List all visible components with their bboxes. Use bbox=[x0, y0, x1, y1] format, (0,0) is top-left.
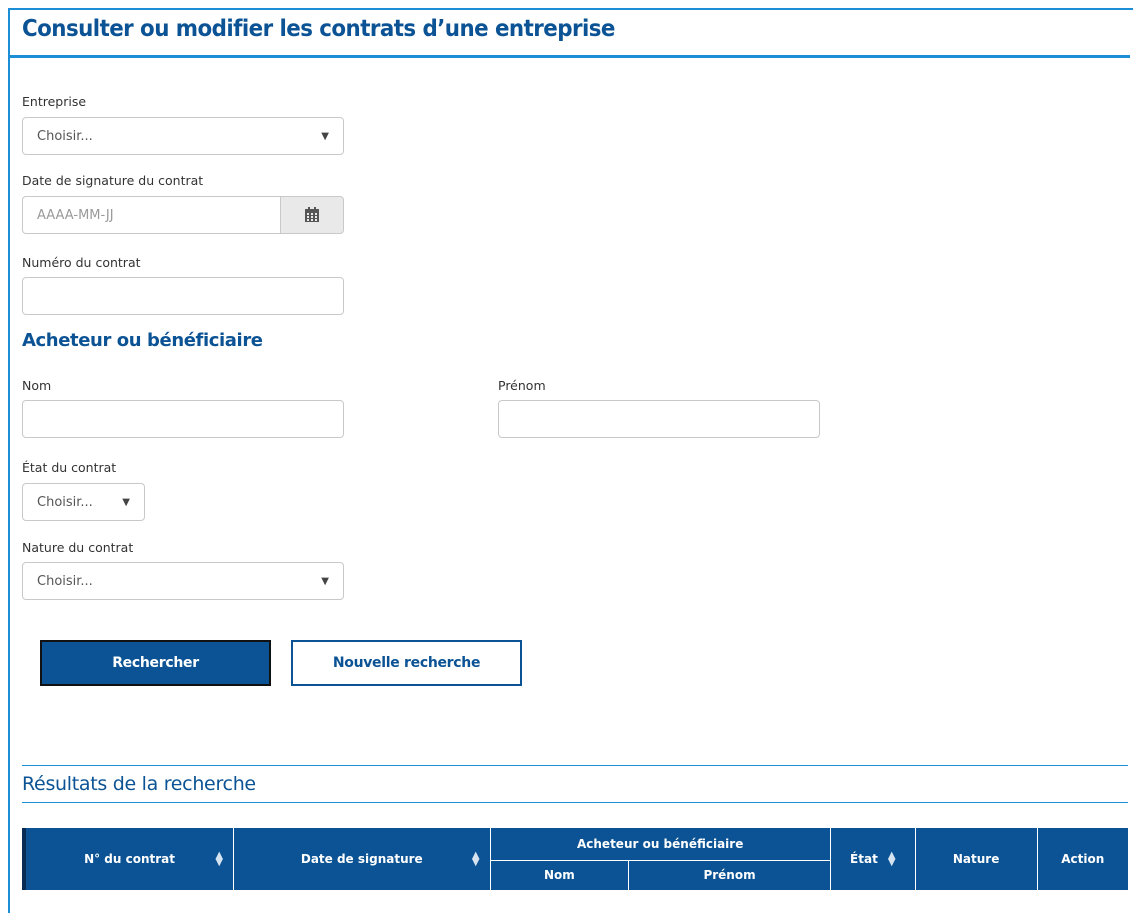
etat-contrat-select-value: Choisir... bbox=[37, 494, 93, 510]
date-signature-group: AAAA-MM-JJ bbox=[22, 196, 344, 234]
entreprise-select[interactable]: Choisir... ▼ bbox=[22, 117, 344, 155]
nom-input[interactable] bbox=[22, 400, 344, 438]
title-divider bbox=[10, 55, 1130, 58]
column-header-action: Action bbox=[1036, 828, 1128, 890]
results-title: Résultats de la recherche bbox=[22, 773, 256, 795]
column-header-numero[interactable]: N° du contrat ▲ ▼ bbox=[22, 828, 234, 890]
prenom-input[interactable] bbox=[498, 400, 820, 438]
entreprise-select-value: Choisir... bbox=[37, 128, 93, 144]
etat-contrat-select[interactable]: Choisir... ▼ bbox=[22, 483, 145, 521]
results-divider-bottom bbox=[22, 802, 1128, 803]
calendar-icon bbox=[305, 207, 319, 222]
sort-icon: ▲ ▼ bbox=[215, 850, 224, 868]
nom-label: Nom bbox=[22, 378, 52, 393]
sort-icon: ▲ ▼ bbox=[471, 850, 480, 868]
nature-contrat-select[interactable]: Choisir... ▼ bbox=[22, 562, 344, 600]
numero-contrat-input[interactable] bbox=[22, 277, 344, 315]
results-table: N° du contrat ▲ ▼ Date de signature ▲ ▼ Ac… bbox=[22, 828, 1128, 890]
date-signature-label: Date de signature du contrat bbox=[22, 173, 204, 188]
column-header-numero-label: N° du contrat bbox=[84, 852, 175, 866]
column-header-nature: Nature bbox=[914, 828, 1038, 890]
date-signature-placeholder: AAAA-MM-JJ bbox=[37, 207, 114, 223]
column-header-nom: Nom bbox=[489, 859, 629, 890]
date-signature-input[interactable]: AAAA-MM-JJ bbox=[22, 196, 280, 234]
page-title: Consulter ou modifier les contrats d’une… bbox=[22, 16, 615, 42]
column-header-date-label: Date de signature bbox=[300, 852, 423, 866]
column-group-acheteur: Acheteur ou bénéficiaire bbox=[489, 828, 831, 860]
acheteur-heading: Acheteur ou bénéficiaire bbox=[22, 330, 263, 351]
new-search-button[interactable]: Nouvelle recherche bbox=[291, 640, 522, 686]
etat-contrat-label: État du contrat bbox=[22, 460, 117, 475]
search-button[interactable]: Rechercher bbox=[40, 640, 271, 686]
numero-contrat-label: Numéro du contrat bbox=[22, 255, 141, 270]
column-header-prenom: Prénom bbox=[628, 859, 831, 890]
prenom-label: Prénom bbox=[498, 378, 546, 393]
caret-down-icon: ▼ bbox=[321, 130, 329, 142]
column-header-date[interactable]: Date de signature ▲ ▼ bbox=[233, 828, 491, 890]
sort-icon: ▲ ▼ bbox=[887, 850, 896, 868]
nature-contrat-select-value: Choisir... bbox=[37, 573, 93, 589]
column-header-etat[interactable]: État ▲ ▼ bbox=[829, 828, 916, 890]
column-header-etat-label: État bbox=[850, 852, 878, 866]
results-divider-top bbox=[22, 765, 1128, 766]
caret-down-icon: ▼ bbox=[122, 496, 130, 508]
entreprise-label: Entreprise bbox=[22, 94, 87, 109]
caret-down-icon: ▼ bbox=[321, 575, 329, 587]
nature-contrat-label: Nature du contrat bbox=[22, 540, 134, 555]
calendar-button[interactable] bbox=[280, 196, 344, 234]
